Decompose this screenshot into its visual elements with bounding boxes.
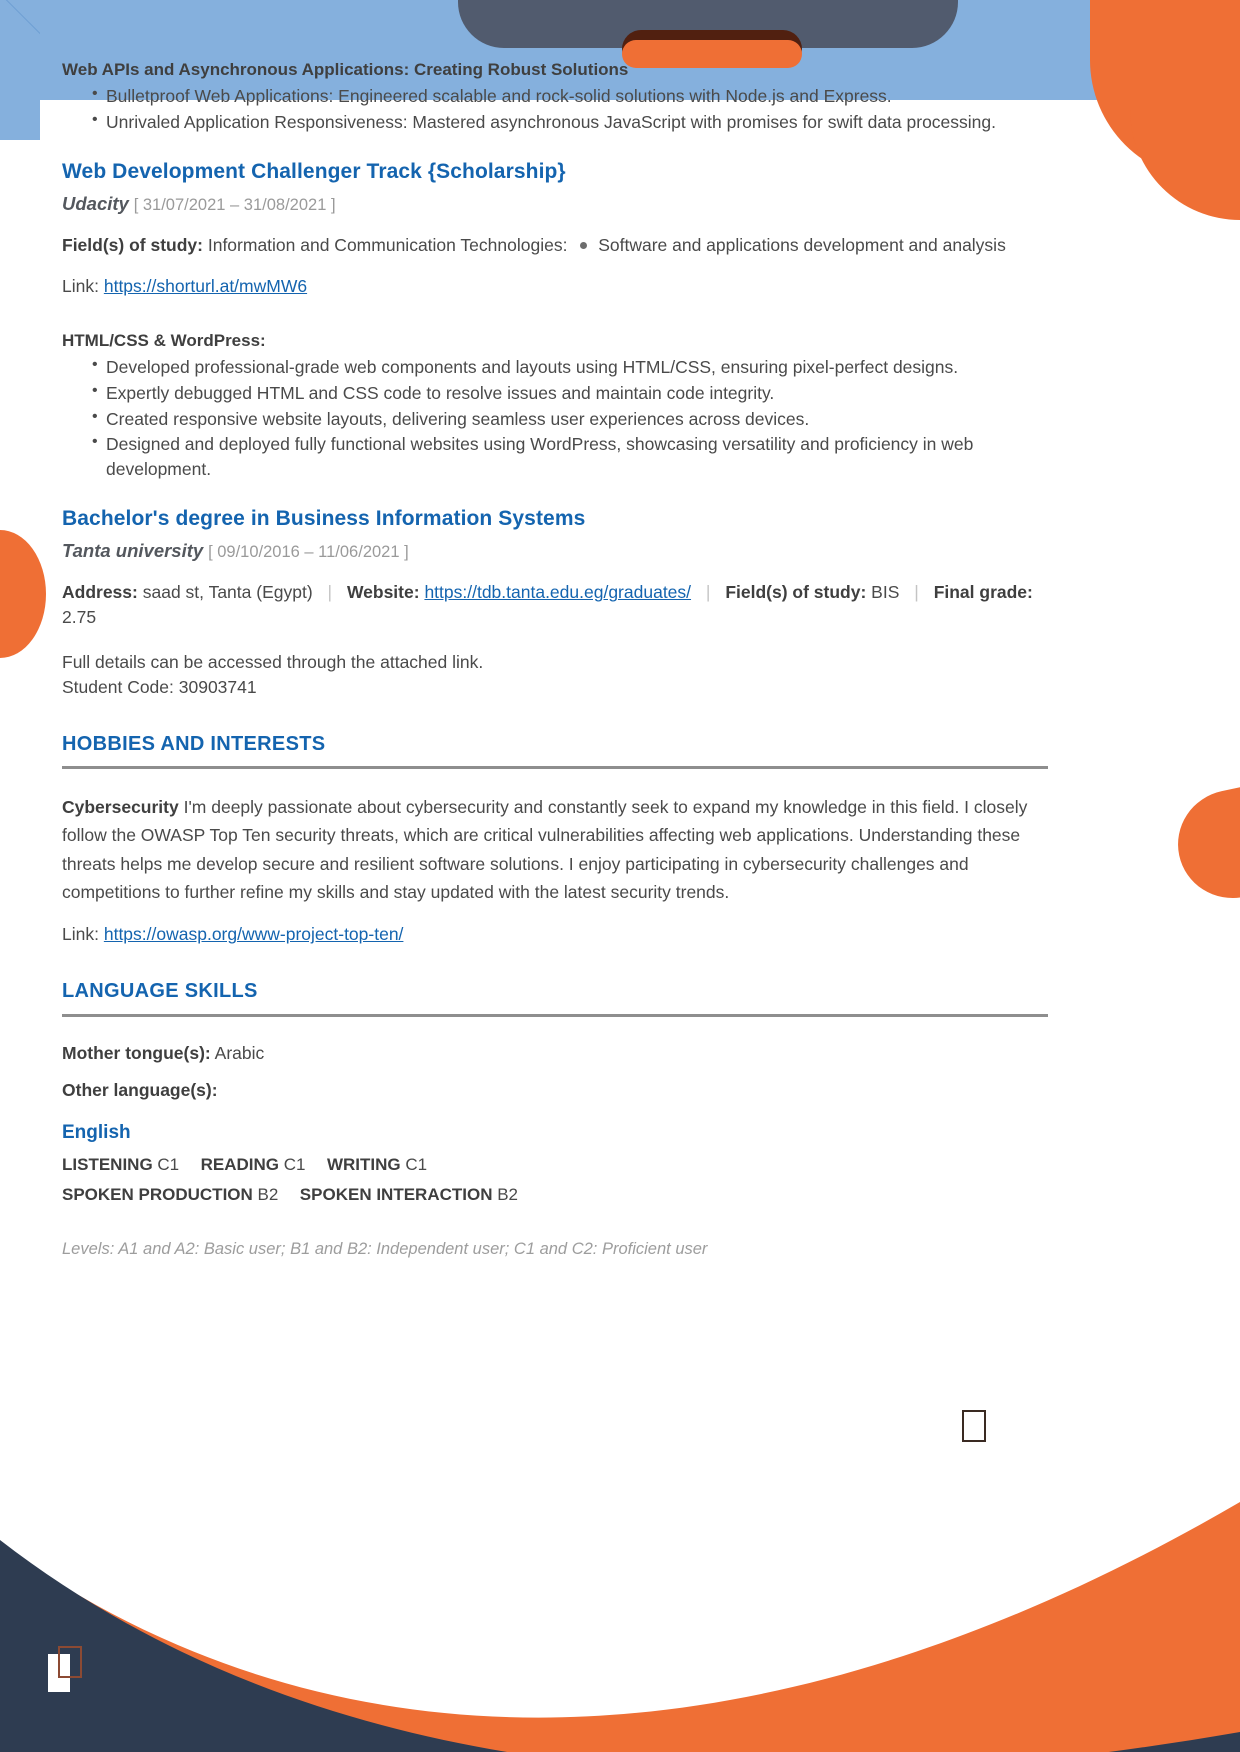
final-grade-label: Final grade: bbox=[933, 582, 1033, 603]
hobbies-item-label: Cybersecurity bbox=[62, 797, 179, 818]
section-title-language-skills: LANGUAGE SKILLS bbox=[62, 980, 258, 1003]
list-item: Developed professional-grade web compone… bbox=[92, 354, 1048, 380]
list-item: Bulletproof Web Applications: Engineered… bbox=[92, 83, 1048, 109]
mother-tongue-label: Mother tongue(s): bbox=[62, 1042, 211, 1063]
skill-label-listening: LISTENING bbox=[62, 1155, 153, 1175]
list-item: Created responsive website layouts, deli… bbox=[92, 406, 1048, 432]
skill-label-reading: READING bbox=[200, 1155, 280, 1175]
skill-level-reading: C1 bbox=[283, 1155, 306, 1175]
list-item: Designed and deployed fully functional w… bbox=[92, 431, 1048, 482]
link-line-udacity: Link: https://shorturl.at/mwMW6 bbox=[62, 274, 1048, 299]
corner-diagonal-line bbox=[0, 0, 40, 40]
link-label: Link: bbox=[62, 275, 99, 296]
udacity-certificate-link[interactable]: https://shorturl.at/mwMW6 bbox=[104, 276, 307, 296]
org-name: Tanta university bbox=[62, 539, 204, 561]
tanta-website-link[interactable]: https://tdb.tanta.edu.eg/graduates/ bbox=[424, 582, 691, 602]
top-right-orange-blob-secondary-shape bbox=[1130, 60, 1240, 220]
link-line-hobbies: Link: https://owasp.org/www-project-top-… bbox=[62, 922, 1048, 947]
list-item: Expertly debugged HTML and CSS code to r… bbox=[92, 380, 1048, 406]
web-apis-block: Web APIs and Asynchronous Applications: … bbox=[62, 58, 1048, 135]
other-languages-label: Other language(s): bbox=[62, 1079, 218, 1100]
mother-tongue-row: Mother tongue(s): Arabic bbox=[62, 1041, 1048, 1066]
resume-content: Web APIs and Asynchronous Applications: … bbox=[62, 58, 1048, 1261]
address-value: saad st, Tanta (Egypt) bbox=[142, 582, 313, 603]
separator-pipe: | bbox=[705, 582, 711, 603]
education-entry-title-udacity: Web Development Challenger Track {Schola… bbox=[62, 159, 566, 183]
skill-level-listening: C1 bbox=[157, 1155, 180, 1175]
language-skill-row-2: SPOKEN PRODUCTION B2 SPOKEN INTERACTION … bbox=[62, 1183, 1048, 1207]
section-title-hobbies: HOBBIES AND INTERESTS bbox=[62, 732, 326, 755]
field-of-study-value: Information and Communication Technologi… bbox=[207, 235, 568, 256]
bullet-dot-icon bbox=[580, 241, 588, 249]
field-of-study-label: Field(s) of study: bbox=[62, 235, 203, 256]
skill-level-spoken-production: B2 bbox=[257, 1185, 279, 1205]
education-org-line-udacity: Udacity [ 31/07/2021 – 31/08/2021 ] bbox=[62, 191, 1048, 217]
top-right-orange-blob-shape bbox=[1090, 0, 1240, 180]
skill-level-spoken-interaction: B2 bbox=[497, 1185, 519, 1205]
field-of-study-line-udacity: Field(s) of study: Information and Commu… bbox=[62, 233, 1048, 258]
list-item: Unrivaled Application Responsiveness: Ma… bbox=[92, 109, 1048, 135]
language-name-english: English bbox=[62, 1122, 131, 1144]
skill-label-writing: WRITING bbox=[326, 1155, 401, 1175]
field-of-study-label: Field(s) of study: bbox=[725, 582, 867, 603]
education-note-line-2: Student Code: 30903741 bbox=[62, 676, 257, 697]
education-note-line-1: Full details can be accessed through the… bbox=[62, 652, 484, 672]
mother-tongue-value: Arabic bbox=[214, 1042, 265, 1063]
right-orange-leaf-shape bbox=[1167, 779, 1240, 909]
skill-label-spoken-interaction: SPOKEN INTERACTION bbox=[299, 1185, 493, 1205]
separator-pipe: | bbox=[327, 582, 333, 603]
education-meta-line-tanta: Address: saad st, Tanta (Egypt) | Websit… bbox=[62, 580, 1048, 630]
web-apis-bullet-list: Bulletproof Web Applications: Engineered… bbox=[62, 83, 1048, 135]
bottom-wave-shapes bbox=[0, 1502, 1240, 1752]
html-css-wordpress-bullet-list: Developed professional-grade web compone… bbox=[62, 354, 1048, 482]
section-divider-hobbies bbox=[62, 766, 1048, 770]
skill-level-writing: C1 bbox=[405, 1155, 428, 1175]
separator-pipe: | bbox=[914, 582, 919, 603]
left-orange-circle-shape bbox=[0, 530, 46, 658]
top-left-blue-block-shape bbox=[0, 0, 40, 140]
org-name: Udacity bbox=[62, 192, 129, 214]
skill-label-spoken-production: SPOKEN PRODUCTION bbox=[62, 1185, 253, 1205]
field-of-study-value-secondary: Software and applications development an… bbox=[598, 235, 1006, 256]
html-css-wordpress-heading: HTML/CSS & WordPress: bbox=[62, 330, 266, 350]
hobbies-item-text: I'm deeply passionate about cybersecurit… bbox=[62, 797, 1028, 903]
hobbies-paragraph: Cybersecurity I'm deeply passionate abou… bbox=[62, 793, 1048, 906]
owasp-top-ten-link[interactable]: https://owasp.org/www-project-top-ten/ bbox=[104, 924, 404, 944]
final-grade-value: 2.75 bbox=[62, 607, 97, 628]
top-slate-lozenge-shape bbox=[458, 0, 958, 48]
website-label: Website: bbox=[346, 582, 420, 603]
address-label: Address: bbox=[62, 582, 138, 603]
education-entry-title-tanta: Bachelor's degree in Business Informatio… bbox=[62, 507, 586, 531]
field-of-study-value: BIS bbox=[871, 582, 900, 603]
education-org-line-tanta: Tanta university [ 09/10/2016 – 11/06/20… bbox=[62, 538, 1048, 564]
language-levels-note: Levels: A1 and A2: Basic user; B1 and B2… bbox=[62, 1239, 708, 1258]
web-apis-heading: Web APIs and Asynchronous Applications: … bbox=[62, 60, 629, 79]
resume-page: Web APIs and Asynchronous Applications: … bbox=[0, 0, 1240, 1752]
org-dates: [ 09/10/2016 – 11/06/2021 ] bbox=[208, 542, 409, 561]
link-label: Link: bbox=[62, 924, 99, 945]
language-skill-row-1: LISTENING C1 READING C1 WRITING C1 bbox=[62, 1153, 1048, 1177]
other-languages-row: Other language(s): bbox=[62, 1078, 1048, 1103]
org-dates: [ 31/07/2021 – 31/08/2021 ] bbox=[133, 195, 336, 214]
section-divider-language-skills bbox=[62, 1013, 1048, 1017]
